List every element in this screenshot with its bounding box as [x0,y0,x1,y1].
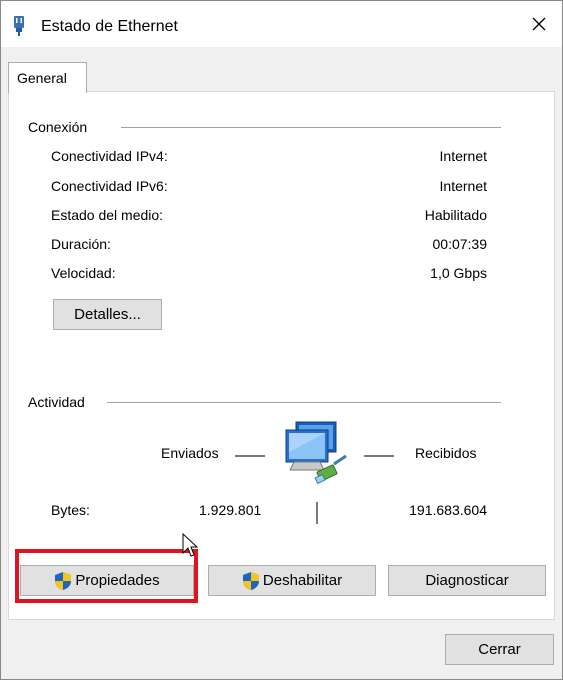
close-window-button[interactable] [516,1,562,47]
sent-dash [235,455,265,457]
sent-label: Enviados [161,445,219,461]
bytes-separator [316,502,318,524]
tab-general[interactable]: General [8,62,87,93]
duration-label: Duración: [51,236,111,252]
bytes-received-value: 191.683.604 [409,502,487,518]
bytes-sent-value: 1.929.801 [199,502,262,518]
properties-label: Propiedades [75,572,160,589]
tab-general-label: General [17,70,67,86]
disable-label: Deshabilitar [262,572,343,589]
received-label: Recibidos [415,445,477,461]
general-panel: Conexión Conectividad IPv4: Internet Con… [8,91,555,620]
received-dash [364,455,394,457]
ipv4-label: Conectividad IPv4: [51,148,168,164]
properties-button[interactable]: Propiedades [20,565,194,596]
network-computers-icon [285,421,347,485]
connection-divider [121,127,501,128]
media-state-value: Habilitado [424,207,487,223]
activity-divider [107,402,501,403]
title-bar: Estado de Ethernet [1,1,562,47]
connection-section-label: Conexión [28,119,94,135]
ipv6-value: Internet [439,178,487,194]
uac-shield-icon [242,571,259,590]
ethernet-plug-icon [14,16,24,36]
media-state-label: Estado del medio: [51,207,164,223]
close-icon [532,17,546,31]
details-button[interactable]: Detalles... [53,299,162,330]
duration-value: 00:07:39 [432,236,488,252]
disable-button[interactable]: Deshabilitar [208,565,376,596]
ipv6-label: Conectividad IPv6: [51,178,168,194]
ethernet-status-window: Estado de Ethernet General Conexión Cone… [0,0,563,680]
ipv4-value: Internet [439,148,487,164]
window-title: Estado de Ethernet [41,18,178,35]
mouse-cursor-icon [182,533,198,557]
speed-value: 1,0 Gbps [430,265,487,281]
close-button[interactable]: Cerrar [445,634,554,665]
activity-section-label: Actividad [28,394,91,410]
diagnose-button[interactable]: Diagnosticar [388,565,546,596]
speed-label: Velocidad: [51,265,116,281]
uac-shield-icon [55,571,72,590]
bytes-label: Bytes: [51,502,90,518]
